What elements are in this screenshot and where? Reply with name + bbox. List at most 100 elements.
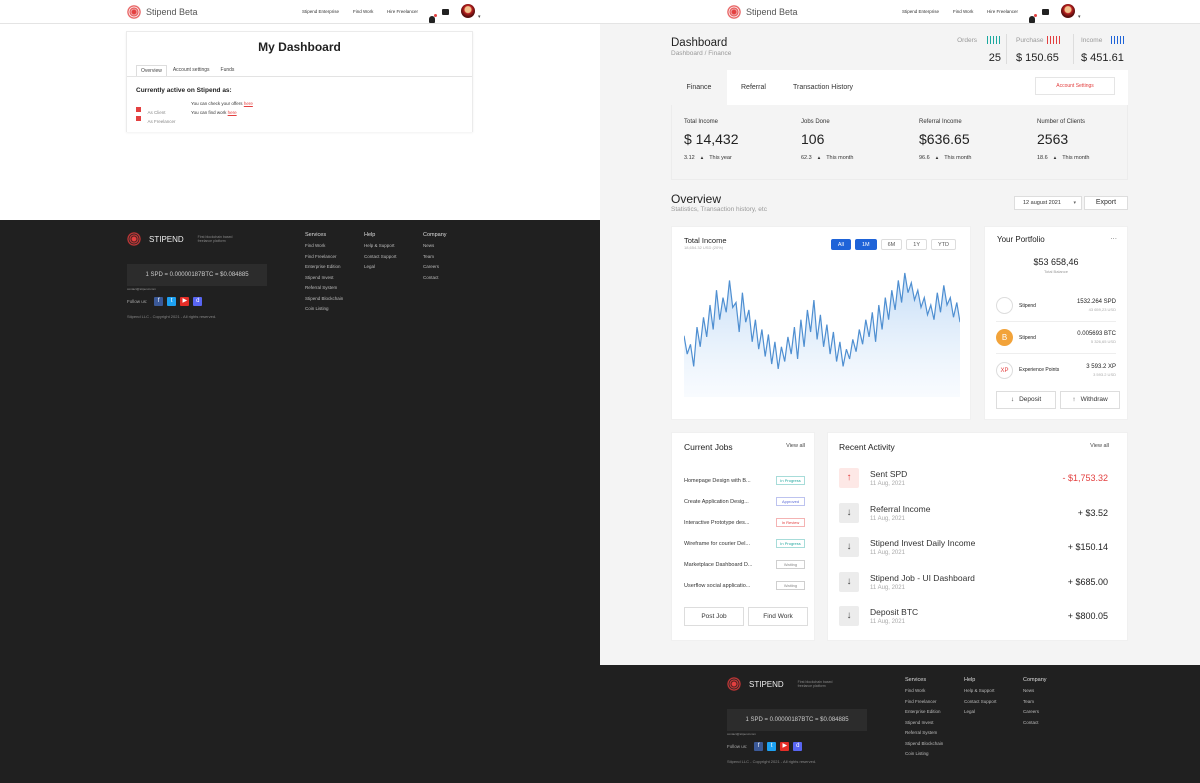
activity-title: Stipend Job - UI Dashboard — [870, 572, 975, 583]
footer-link[interactable]: Contact Support — [364, 252, 422, 263]
stat-period: This month — [944, 155, 972, 161]
range-ytd[interactable]: YTD — [931, 239, 956, 250]
footer-link[interactable]: Careers — [423, 262, 481, 273]
account-settings-button[interactable]: Account Settings — [1035, 77, 1115, 95]
footer-link[interactable]: Stipend Invest — [305, 273, 363, 284]
job-row[interactable]: Create Application Desig... Approved — [684, 491, 805, 512]
discord-icon[interactable]: d — [193, 297, 203, 306]
footer-link[interactable]: Help & Support — [964, 686, 1022, 697]
activity-title: Referral Income — [870, 503, 931, 514]
footer-link[interactable]: Contact — [1023, 718, 1081, 729]
youtube-icon[interactable]: ▶ — [180, 297, 190, 306]
footer-link[interactable]: News — [1023, 686, 1081, 697]
activity-row[interactable]: ↓ Stipend Job - UI Dashboard 11 Aug, 2021 +… — [839, 565, 1108, 600]
tab-funds[interactable]: Funds — [216, 65, 240, 76]
nav-link-hire-freelancer[interactable]: Hire Freelancer — [387, 9, 418, 14]
navbar-left: Stipend Beta Stipend Enterprise Find Wor… — [0, 0, 600, 24]
footer-link[interactable]: Careers — [1023, 707, 1081, 718]
job-row[interactable]: Homepage Design with B... In Progress — [684, 470, 805, 491]
offers-link[interactable]: here — [244, 101, 253, 106]
range-6m[interactable]: 6M — [880, 239, 903, 250]
job-status-badge: In Review — [776, 518, 805, 527]
footer-link[interactable]: Referral System — [905, 728, 963, 739]
brand[interactable]: Stipend Beta — [127, 5, 198, 19]
tab-transaction-history[interactable]: Transaction History — [793, 70, 853, 105]
footer-link[interactable]: Stipend Blockchain — [305, 294, 363, 305]
tab-referral[interactable]: Referral — [741, 70, 766, 105]
more-icon[interactable]: ... — [1110, 232, 1117, 241]
footer-link[interactable]: Team — [1023, 697, 1081, 708]
portfolio-coin-row[interactable]: XP Experience Points 3 593.2 XP 3 593.2 USD — [996, 354, 1116, 386]
footer-link[interactable]: Enterprise Edition — [305, 262, 363, 273]
footer-link[interactable]: Find Freelancer — [305, 252, 363, 263]
nav-link-enterprise[interactable]: Stipend Enterprise — [302, 9, 339, 14]
breadcrumb[interactable]: Dashboard / Finance — [671, 50, 731, 57]
range-all[interactable]: All — [830, 239, 851, 250]
tab-overview[interactable]: Overview — [136, 65, 167, 76]
deposit-button[interactable]: ↓ Deposit — [996, 391, 1056, 409]
job-row[interactable]: Wireframe for courier Del... In Progress — [684, 533, 805, 554]
range-1m[interactable]: 1M — [854, 239, 877, 250]
user-menu[interactable]: ▾ — [1061, 4, 1081, 23]
twitter-icon[interactable]: t — [767, 742, 777, 751]
messages-icon[interactable] — [1042, 9, 1049, 15]
facebook-icon[interactable]: f — [754, 742, 764, 751]
footer-link[interactable]: Coin Listing — [305, 304, 363, 315]
activity-view-all[interactable]: View all — [1090, 443, 1109, 449]
activity-row[interactable]: ↓ Stipend Invest Daily Income 11 Aug, 2021… — [839, 530, 1108, 565]
footer-link[interactable]: Stipend Blockchain — [905, 739, 963, 750]
footer-link[interactable]: Contact Support — [964, 697, 1022, 708]
notification-bell-icon[interactable] — [1029, 14, 1037, 23]
footer-link[interactable]: Find Work — [905, 686, 963, 697]
nav-link-find-work[interactable]: Find Work — [953, 9, 973, 14]
portfolio-coin-row[interactable]: B Stipend 0.005693 BTC 5 326,65 USD — [996, 322, 1116, 354]
job-row[interactable]: Userflow social applicatio... Waiting — [684, 575, 805, 596]
withdraw-button[interactable]: ↑ Withdraw — [1060, 391, 1120, 409]
tab-account-settings[interactable]: Account settings — [167, 65, 216, 76]
facebook-icon[interactable]: f — [154, 297, 164, 306]
nav-link-enterprise[interactable]: Stipend Enterprise — [902, 9, 939, 14]
messages-icon[interactable] — [442, 9, 449, 15]
find-work-button[interactable]: Find Work — [748, 607, 808, 626]
notification-bell-icon[interactable] — [429, 14, 437, 23]
stat-period: This month — [826, 155, 854, 161]
jobs-view-all[interactable]: View all — [786, 443, 805, 449]
footer-column-title: Help — [364, 232, 376, 238]
checkbox-freelancer[interactable] — [136, 116, 141, 122]
footer-email[interactable]: contact@stipend.com — [727, 732, 756, 736]
footer-link[interactable]: News — [423, 241, 481, 252]
activity-date: 11 Aug, 2021 — [870, 481, 905, 488]
portfolio-coin-row[interactable]: Stipend 1532.264 SPD 43 659,23 USD — [996, 290, 1116, 322]
job-row[interactable]: Marketplace Dashboard D... Waiting — [684, 554, 805, 575]
footer-link[interactable]: Coin Listing — [905, 749, 963, 760]
activity-row[interactable]: ↓ Deposit BTC 11 Aug, 2021 + $800.05 — [839, 599, 1108, 634]
footer-link[interactable]: Referral System — [305, 283, 363, 294]
nav-link-find-work[interactable]: Find Work — [353, 9, 373, 14]
nav-link-hire-freelancer[interactable]: Hire Freelancer — [987, 9, 1018, 14]
user-menu[interactable]: ▾ — [461, 4, 481, 23]
post-job-button[interactable]: Post Job — [684, 607, 744, 626]
find-work-link[interactable]: here — [228, 110, 237, 115]
footer-link[interactable]: Find Freelancer — [905, 697, 963, 708]
tab-finance[interactable]: Finance — [671, 70, 727, 105]
footer-link[interactable]: Enterprise Edition — [905, 707, 963, 718]
discord-icon[interactable]: d — [793, 742, 803, 751]
footer-link[interactable]: Stipend Invest — [905, 718, 963, 729]
footer-link[interactable]: Help & Support — [364, 241, 422, 252]
twitter-icon[interactable]: t — [167, 297, 177, 306]
date-picker[interactable]: 12 august 2021 ▾ — [1014, 196, 1082, 210]
footer-link[interactable]: Contact — [423, 273, 481, 284]
youtube-icon[interactable]: ▶ — [780, 742, 790, 751]
footer-link[interactable]: Find Work — [305, 241, 363, 252]
export-button[interactable]: Export — [1084, 196, 1128, 210]
activity-row[interactable]: ↓ Referral Income 11 Aug, 2021 + $3.52 — [839, 496, 1108, 531]
activity-row[interactable]: ↑ Sent SPD 11 Aug, 2021 - $1,753.32 — [839, 461, 1108, 496]
range-1y[interactable]: 1Y — [906, 239, 927, 250]
xp-icon: XP — [996, 361, 1013, 379]
job-row[interactable]: Interactive Prototype des... In Review — [684, 512, 805, 533]
footer-link[interactable]: Legal — [964, 707, 1022, 718]
brand[interactable]: Stipend Beta — [727, 5, 798, 19]
footer-link[interactable]: Team — [423, 252, 481, 263]
footer-email[interactable]: contact@stipend.com — [127, 287, 156, 291]
footer-link[interactable]: Legal — [364, 262, 422, 273]
